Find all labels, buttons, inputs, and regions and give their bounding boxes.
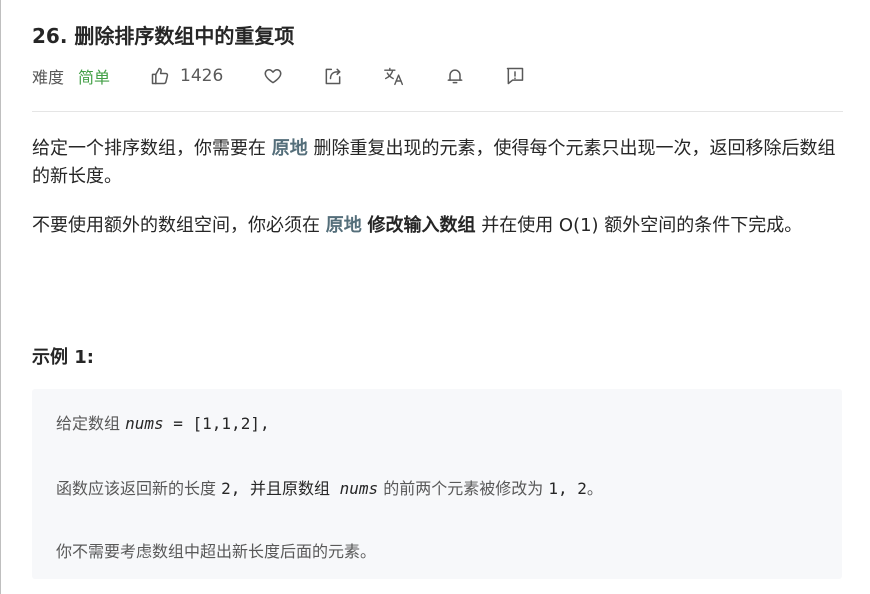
problem-meta-bar: 难度 简单 1426 [32,63,844,89]
heart-icon [263,66,283,86]
highlight-in-place: 原地 [271,138,308,159]
bell-icon [445,66,465,86]
share-button[interactable] [323,66,343,86]
example-text: 。 [586,479,603,498]
problem-title: 26. 删除排序数组中的重复项 [32,24,295,48]
difficulty-value: 简单 [78,68,111,87]
example-code: = [1,1,2], [163,414,270,433]
example-text: 给定数组 [56,414,126,433]
description-text: 并在使用 O(1) 额外空间的条件下完成。 [475,215,803,236]
translate-icon [383,66,405,86]
description-text: 给定一个排序数组，你需要在 [32,138,272,159]
difficulty-label: 难度 [32,68,65,87]
like-count: 1426 [180,66,224,86]
example-variable: nums [339,479,379,498]
share-icon [323,66,343,86]
example-line-2: 函数应该返回新的长度 2, 并且原数组 nums 的前两个元素被修改为 1, 2… [56,475,603,499]
feedback-icon [505,66,525,86]
like-button[interactable]: 1426 [150,66,223,86]
example-code: 1, 2 [548,479,587,498]
example-text: 函数应该返回新的长度 [56,479,222,498]
description-paragraph-2: 不要使用额外的数组空间，你必须在 原地 修改输入数组 并在使用 O(1) 额外空… [32,212,844,240]
strong-modify-input: 修改输入数组 [367,215,476,236]
example-variable: nums [125,414,164,433]
example-text: 的前两个元素被修改为 [378,479,549,498]
problem-page: 26. 删除排序数组中的重复项 难度 简单 1426 给定一个排序数组，你需要在… [0,0,870,594]
example-line-1: 给定数组 nums = [1,1,2], [56,410,270,434]
description-text: 不要使用额外的数组空间，你必须在 [32,215,326,236]
header-divider [32,111,843,112]
subscribe-button[interactable] [445,66,465,86]
example-line-3: 你不需要考虑数组中超出新长度后面的元素。 [56,542,377,561]
thumbs-up-icon [150,66,170,86]
example-text: , 并且原数组 [230,479,340,498]
example-title: 示例 1: [32,347,94,368]
example-code: 2 [221,479,231,498]
example-code-block: 给定数组 nums = [1,1,2], 函数应该返回新的长度 2, 并且原数组… [32,389,842,579]
favorite-button[interactable] [263,66,283,86]
translate-button[interactable] [383,66,405,86]
feedback-button[interactable] [505,66,525,86]
description-paragraph-1: 给定一个排序数组，你需要在 原地 删除重复出现的元素，使得每个元素只出现一次，返… [32,135,844,191]
highlight-in-place: 原地 [325,215,362,236]
